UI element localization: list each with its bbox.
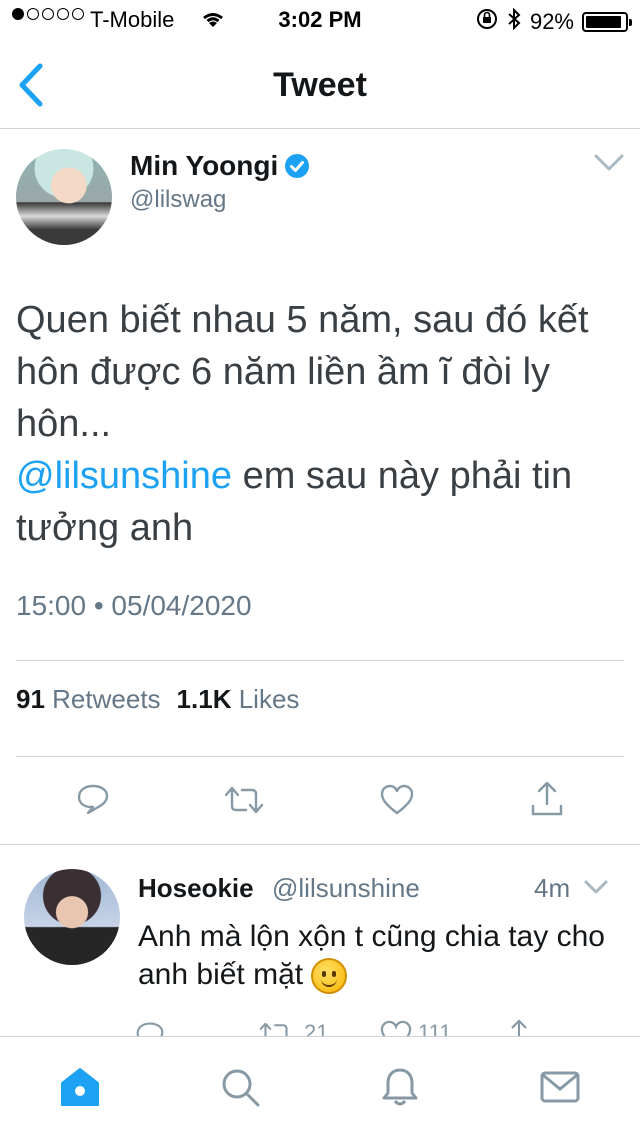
reply-author-handle[interactable]: @lilsunshine	[272, 873, 420, 904]
retweet-icon[interactable]	[224, 784, 264, 816]
tweet-body: Quen biết nhau 5 năm, sau đó kết hôn đượ…	[16, 299, 589, 445]
likes-label: Likes	[238, 684, 300, 714]
share-icon[interactable]	[530, 780, 564, 818]
reply-icon[interactable]	[76, 782, 110, 816]
tweet-timestamp: 15:00 • 05/04/2020	[16, 590, 252, 621]
divider	[16, 660, 624, 661]
home-icon[interactable]	[58, 1065, 102, 1109]
notifications-bell-icon[interactable]	[378, 1065, 422, 1109]
battery-percent: 92%	[529, 9, 574, 34]
retweets-count: 91	[16, 684, 45, 714]
chevron-down-icon[interactable]	[592, 150, 626, 176]
author-avatar[interactable]	[16, 149, 112, 245]
navigation-bar: Tweet	[0, 40, 640, 129]
author-handle[interactable]: @lilswag	[130, 186, 226, 214]
verified-badge-icon	[284, 153, 310, 179]
reply-body: Anh mà lộn xộn t cũng chia tay cho anh b…	[138, 920, 605, 991]
likes-stat[interactable]: 1.1K Likes	[177, 684, 300, 715]
divider	[16, 756, 624, 757]
tweet-stats: 91 Retweets 1.1K Likes	[16, 684, 299, 715]
tweet-text: Quen biết nhau 5 năm, sau đó kết hôn đượ…	[16, 294, 616, 554]
smiling-face-emoji-icon	[311, 958, 348, 995]
bluetooth-icon	[506, 7, 522, 37]
author-name: Min Yoongi	[130, 150, 279, 181]
reply-text: Anh mà lộn xộn t cũng chia tay cho anh b…	[138, 918, 608, 995]
retweets-label: Retweets	[52, 684, 161, 714]
reply-time: 4m	[534, 873, 571, 903]
retweets-stat[interactable]: 91 Retweets	[16, 684, 161, 715]
search-icon[interactable]	[218, 1065, 262, 1109]
tweet-mention-link[interactable]: @lilsunshine	[16, 455, 232, 497]
chevron-down-icon[interactable]	[582, 878, 610, 898]
reply-author-name[interactable]: Hoseokie	[138, 873, 254, 904]
page-title: Tweet	[273, 66, 367, 104]
reply-author-avatar[interactable]	[24, 869, 120, 965]
like-heart-icon[interactable]	[380, 784, 414, 816]
orientation-lock-icon	[476, 8, 498, 36]
author-name-row[interactable]: Min Yoongi	[130, 150, 310, 182]
status-bar: T-Mobile 3:02 PM 92%	[0, 0, 640, 40]
divider	[0, 844, 640, 845]
likes-count: 1.1K	[176, 684, 232, 714]
tab-bar	[0, 1036, 640, 1136]
battery-icon	[582, 12, 632, 32]
messages-envelope-icon[interactable]	[538, 1065, 582, 1109]
